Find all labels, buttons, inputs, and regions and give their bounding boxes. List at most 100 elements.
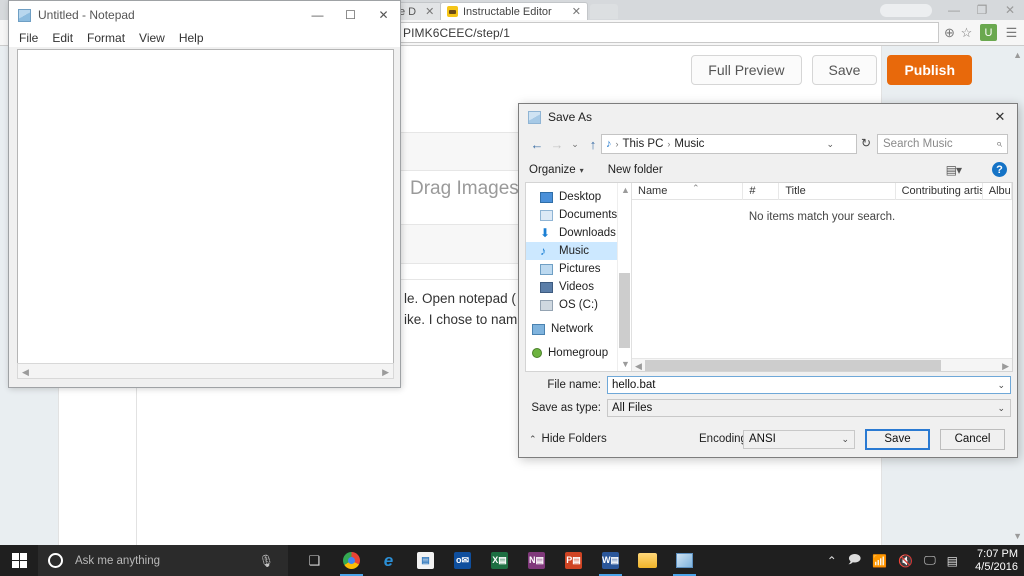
forward-arrow-icon[interactable]: → — [547, 132, 567, 156]
notepad-horizontal-scrollbar[interactable]: ◀ ▶ — [17, 363, 394, 379]
scrollbar-thumb[interactable] — [645, 360, 941, 371]
close-icon[interactable]: ✕ — [572, 5, 581, 18]
chevron-down-icon[interactable]: ⌄ — [997, 403, 1005, 414]
taskbar-item-store[interactable]: ▤ — [407, 545, 444, 576]
microphone-icon[interactable]: 🎙 — [259, 554, 274, 568]
sidebar-item-videos[interactable]: Videos — [526, 278, 630, 296]
recent-locations-icon[interactable]: ⌄ — [567, 132, 583, 156]
scroll-up-arrow[interactable]: ▲ — [621, 185, 630, 195]
up-arrow-icon[interactable]: ↑ — [583, 132, 603, 156]
sidebar-item-network[interactable]: Network — [526, 320, 630, 338]
scroll-right-arrow[interactable]: ▶ — [382, 367, 389, 378]
column-header-contributing-artists[interactable]: Contributing artists — [896, 182, 983, 200]
close-icon[interactable]: ✕ — [983, 104, 1017, 130]
sidebar-item-documents[interactable]: Documents — [526, 206, 630, 224]
minimize-icon[interactable]: — — [301, 1, 334, 29]
keyboard-icon[interactable]: ▤ — [947, 554, 958, 568]
clock[interactable]: 7:07 PM 4/5/2016 — [975, 548, 1018, 574]
column-header-track-number[interactable]: # — [743, 182, 780, 200]
page-scroll-up-arrow[interactable]: ▲ — [1013, 50, 1022, 60]
encoding-select[interactable]: ANSI ⌄ — [743, 429, 855, 449]
file-name-input[interactable]: hello.bat ⌄ — [607, 376, 1011, 394]
sidebar-item-music[interactable]: ♪ Music — [526, 242, 630, 260]
sidebar-item-desktop[interactable]: Desktop — [526, 188, 630, 206]
network-icon[interactable]: 📶 — [872, 554, 887, 568]
chevron-down-icon[interactable]: ⌄ — [841, 434, 849, 445]
scroll-down-arrow[interactable]: ▼ — [621, 359, 630, 369]
breadcrumb-music[interactable]: Music — [674, 138, 704, 150]
organize-button[interactable]: Organize — [529, 164, 576, 176]
chevron-down-icon[interactable]: ⌄ — [997, 380, 1005, 391]
sidebar-item-downloads[interactable]: ⬇ Downloads — [526, 224, 630, 242]
breadcrumb-address-bar[interactable]: ♪ › This PC › Music ⌄ — [601, 134, 857, 154]
close-icon[interactable]: ✕ — [996, 0, 1024, 20]
sidebar-item-pictures[interactable]: Pictures — [526, 260, 630, 278]
taskbar-item-powerpoint[interactable]: P▤ — [555, 545, 592, 576]
maximize-icon[interactable]: ☐ — [334, 1, 367, 29]
drag-images-placeholder[interactable]: Drag Images — [410, 178, 519, 200]
cancel-button[interactable]: Cancel — [940, 428, 1005, 450]
action-center-icon[interactable]: 🖵 — [924, 553, 936, 568]
scrollbar-thumb[interactable] — [619, 273, 630, 348]
taskbar-item-file-explorer[interactable] — [629, 545, 666, 576]
refresh-icon[interactable]: ↻ — [861, 136, 871, 150]
zoom-icon[interactable]: ⊕ — [941, 24, 958, 41]
menu-item-file[interactable]: File — [19, 31, 46, 45]
menu-item-edit[interactable]: Edit — [52, 31, 81, 45]
breadcrumb-this-pc[interactable]: This PC — [623, 138, 664, 150]
chevron-down-icon[interactable]: ⌄ — [826, 139, 834, 150]
address-bar[interactable]: PIMK6CEEC/step/1 — [399, 22, 939, 43]
new-folder-button[interactable]: New folder — [608, 164, 663, 176]
back-arrow-icon[interactable]: ← — [527, 132, 547, 156]
menu-item-help[interactable]: Help — [179, 31, 212, 45]
bookmark-star-icon[interactable]: ☆ — [958, 24, 975, 41]
volume-muted-icon[interactable]: 🔇 — [898, 554, 913, 568]
scroll-right-arrow[interactable]: ▶ — [1002, 361, 1009, 372]
taskbar-item-notepad[interactable] — [666, 545, 703, 576]
save-button[interactable]: Save — [865, 428, 930, 450]
taskbar-item-word[interactable]: W▤ — [592, 545, 629, 576]
cortana-search-box[interactable]: Ask me anything 🎙 — [38, 545, 288, 576]
column-header-name[interactable]: Name ⌃ — [632, 182, 744, 200]
save-button[interactable]: Save — [811, 55, 878, 85]
nav-pane-scrollbar[interactable]: ▲ ▼ — [617, 183, 630, 371]
taskbar-item-excel[interactable]: X▤ — [481, 545, 518, 576]
column-header-title[interactable]: Title — [779, 182, 896, 200]
profile-avatar[interactable] — [880, 4, 932, 17]
notepad-window[interactable]: Untitled - Notepad — ☐ ✕ File Edit Forma… — [8, 0, 401, 388]
taskbar-item-outlook[interactable]: o✉ — [444, 545, 481, 576]
hide-folders-button[interactable]: ⌃ Hide Folders — [529, 433, 607, 445]
start-button[interactable] — [0, 545, 38, 576]
close-icon[interactable]: ✕ — [367, 1, 400, 29]
browser-menu-icon[interactable]: ☰ — [1003, 24, 1020, 41]
page-scroll-down-arrow[interactable]: ▼ — [1013, 531, 1022, 541]
extension-icon[interactable]: U — [980, 24, 997, 41]
menu-item-view[interactable]: View — [139, 31, 173, 45]
help-icon[interactable]: ? — [992, 162, 1007, 177]
notepad-text-area[interactable] — [17, 49, 394, 372]
taskbar-item-chrome[interactable] — [333, 545, 370, 576]
task-view-button[interactable]: ❑ — [296, 545, 333, 576]
browser-tab-active[interactable]: Instructable Editor ✕ — [440, 2, 588, 20]
maximize-icon[interactable]: ❐ — [968, 0, 996, 20]
search-input[interactable]: Search Music ⌕ — [877, 134, 1008, 154]
scroll-left-arrow[interactable]: ◀ — [635, 361, 642, 372]
close-icon[interactable]: ✕ — [425, 5, 434, 18]
minimize-icon[interactable]: — — [940, 0, 968, 20]
taskbar-item-edge[interactable]: e — [370, 545, 407, 576]
publish-button[interactable]: Publish — [887, 55, 972, 85]
view-layout-icon[interactable]: ▤▾ — [946, 163, 962, 177]
save-as-type-select[interactable]: All Files ⌄ — [607, 399, 1011, 417]
scroll-left-arrow[interactable]: ◀ — [22, 367, 29, 378]
full-preview-button[interactable]: Full Preview — [691, 55, 802, 85]
sidebar-item-homegroup[interactable]: Homegroup — [526, 344, 630, 362]
show-hidden-icons-icon[interactable]: ⌃ — [827, 554, 837, 568]
taskbar-item-onenote[interactable]: N▤ — [518, 545, 555, 576]
column-header-album[interactable]: Albu — [983, 182, 1012, 200]
menu-item-format[interactable]: Format — [87, 31, 133, 45]
onedrive-icon[interactable]: 🗩 — [848, 550, 861, 571]
sidebar-item-os-drive[interactable]: OS (C:) — [526, 296, 630, 314]
save-as-dialog[interactable]: Save As ✕ ← → ⌄ ↑ ♪ › This PC › Music ⌄ … — [518, 103, 1018, 458]
file-list-horizontal-scrollbar[interactable]: ◀ ▶ — [632, 358, 1012, 371]
chevron-down-icon[interactable]: ▾ — [580, 166, 584, 175]
